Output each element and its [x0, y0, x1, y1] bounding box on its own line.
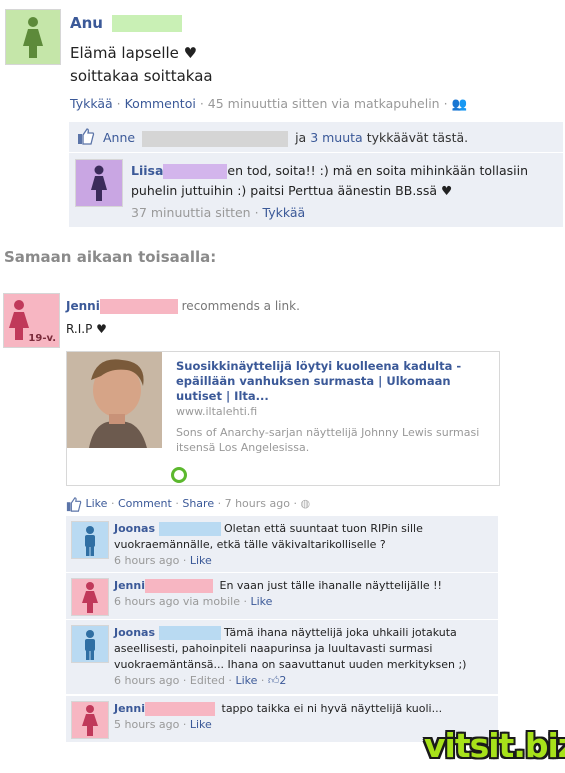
thumbs-up-icon: [66, 497, 86, 512]
thumbs-up-icon[interactable]: 👍︎: [268, 674, 280, 687]
comment-text: tappo taikka ei ni hyvä näyttelijä kuoli…: [221, 702, 443, 715]
comment-link[interactable]: Kommentoi: [125, 96, 196, 111]
thumbs-up-icon: [77, 127, 95, 149]
redacted-surname: [158, 626, 221, 640]
post-text: Elämä lapselle ♥ soittakaa soittakaa: [70, 44, 213, 85]
post-author-line: Jenni recommends a link.: [66, 299, 300, 314]
watermark: vitsit.biz: [424, 726, 565, 765]
female-silhouette-icon: [23, 17, 43, 58]
post-timestamp[interactable]: 45 minuuttia sitten via matkapuhelin: [208, 96, 440, 111]
redacted-surname: [163, 164, 228, 179]
male-silhouette-icon: [85, 630, 95, 660]
comment-author[interactable]: Liisa: [131, 163, 163, 178]
comment-like-link[interactable]: Like: [235, 674, 257, 687]
comment-text: En vaan just tälle ihanalle näyttelijäll…: [219, 579, 442, 592]
redacted-surname: [142, 130, 289, 147]
comment: Liisa en tod, soita!! :) mä en soita mihi…: [69, 153, 563, 227]
post-timestamp[interactable]: 7 hours ago: [225, 497, 290, 510]
post-actions: Tykkää · Kommentoi · 45 minuuttia sitten…: [70, 96, 468, 111]
comment-text: puhelin juttuihin :) paitsi Perttua ääne…: [131, 183, 453, 198]
friends-audience-icon[interactable]: 👥: [452, 96, 468, 111]
link-description: Sons of Anarchy-sarjan näyttelijä Johnny…: [176, 426, 480, 454]
comment-timestamp[interactable]: 6 hours ago via mobile: [114, 595, 240, 608]
comment-timestamp[interactable]: 6 hours ago: [114, 554, 179, 567]
post-verb: recommends a link.: [181, 299, 300, 313]
post-author[interactable]: Jenni: [66, 299, 100, 313]
female-silhouette-icon: [82, 582, 98, 613]
link-title[interactable]: Suosikkinäyttelijä löytyi kuolleena kadu…: [176, 359, 491, 404]
redacted-surname: [158, 522, 221, 536]
globe-icon[interactable]: ◍: [300, 497, 310, 510]
section-heading: Samaan aikaan toisaalla:: [4, 248, 217, 266]
comment: Jenni En vaan just tälle ihanalle näytte…: [66, 573, 498, 619]
redacted-surname: [145, 702, 215, 716]
shared-link-card[interactable]: Suosikkinäyttelijä löytyi kuolleena kadu…: [66, 351, 500, 486]
loading-spinner-icon: [171, 467, 187, 483]
redacted-surname: [112, 15, 183, 32]
avatar-jenni[interactable]: 19-v.: [3, 293, 60, 348]
share-link[interactable]: Share: [182, 497, 214, 510]
liker-name[interactable]: Anne: [103, 130, 135, 145]
likes-summary: Anne ja 3 muuta tykkäävät tästä.: [69, 122, 563, 152]
comment-like-link[interactable]: Like: [250, 595, 272, 608]
edited-label[interactable]: Edited: [190, 674, 225, 687]
comment-like-link[interactable]: Like: [190, 718, 212, 731]
comment-like-link[interactable]: Tykkää: [263, 205, 306, 220]
comment-timestamp[interactable]: 6 hours ago: [114, 674, 179, 687]
others-link[interactable]: 3 muuta: [310, 130, 363, 145]
link-thumbnail[interactable]: [67, 352, 162, 448]
post-actions: Like · Comment · Share · 7 hours ago · ◍: [66, 496, 310, 512]
comment: Joonas Tämä ihana näyttelijä joka uhkail…: [66, 620, 498, 694]
avatar-liisa[interactable]: [75, 159, 123, 207]
avatar-jenni[interactable]: [71, 578, 109, 616]
comment-text: en tod, soita!! :) mä en soita mihinkään…: [227, 163, 528, 178]
male-silhouette-icon: [85, 526, 95, 556]
comment-timestamp[interactable]: 37 minuuttia sitten: [131, 205, 251, 220]
female-silhouette-icon: [91, 165, 107, 201]
like-link[interactable]: Tykkää: [70, 96, 113, 111]
comment-like-link[interactable]: Like: [190, 554, 212, 567]
like-count[interactable]: 2: [279, 674, 286, 687]
comment-timestamp[interactable]: 5 hours ago: [114, 718, 179, 731]
comment: Joonas Oletan että suuntaat tuon RIPin s…: [66, 516, 498, 572]
comment-author[interactable]: Joonas: [114, 522, 155, 535]
post-text: R.I.P ♥: [66, 322, 107, 336]
comment-link[interactable]: Comment: [118, 497, 172, 510]
redacted-surname: [99, 299, 178, 314]
post-author[interactable]: Anu: [70, 14, 183, 32]
comment-author[interactable]: Jenni: [114, 702, 145, 715]
age-badge: 19-v.: [28, 333, 56, 344]
avatar-joonas[interactable]: [71, 521, 109, 559]
link-url: www.iltalehti.fi: [176, 405, 258, 418]
avatar-anu[interactable]: [5, 9, 61, 65]
redacted-surname: [145, 579, 213, 593]
avatar-jenni[interactable]: [71, 701, 109, 739]
female-silhouette-icon: [82, 705, 98, 736]
comment-author[interactable]: Joonas: [114, 626, 155, 639]
like-link[interactable]: Like: [86, 497, 108, 510]
avatar-joonas[interactable]: [71, 625, 109, 663]
comment-author[interactable]: Jenni: [114, 579, 145, 592]
